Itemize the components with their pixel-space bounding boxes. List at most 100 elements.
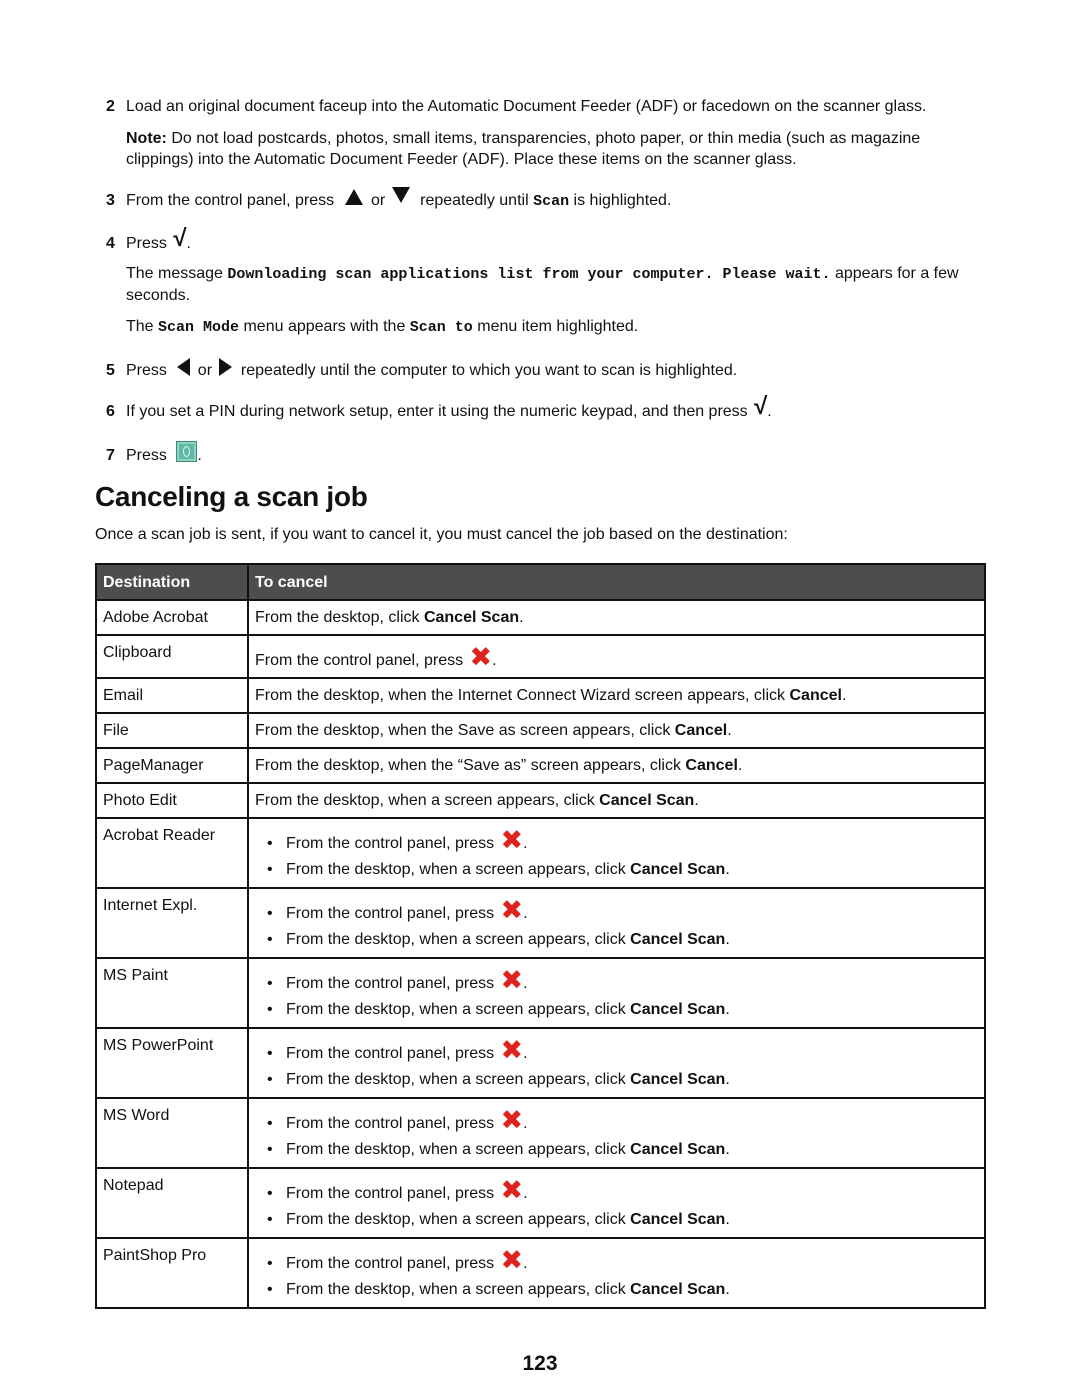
action-text: . <box>725 931 730 948</box>
list-item: From the control panel, press ✖. <box>255 826 978 857</box>
section-title: Canceling a scan job <box>95 481 368 512</box>
step-number: 6 <box>106 403 115 420</box>
manual-page: 2 Load an original document faceup into t… <box>0 0 1080 1397</box>
destination-cell: PageManager <box>95 747 249 784</box>
action-cell: From the control panel, press ✖. From the… <box>247 1097 986 1169</box>
action-cell: From the control panel, press ✖. <box>247 634 986 679</box>
start-button-icon <box>176 441 198 462</box>
header-destination: Destination <box>95 563 249 601</box>
step-2: 2 Load an original document faceup into t… <box>106 97 926 117</box>
action-bold: Cancel <box>674 722 728 739</box>
destination-cell: Clipboard <box>95 634 249 679</box>
left-arrow-icon <box>177 358 191 376</box>
action-bold: Cancel Scan <box>630 1001 726 1018</box>
action-text: From the desktop, when a screen appears,… <box>286 1281 631 1298</box>
action-cell: From the control panel, press ✖.From the… <box>247 887 986 959</box>
step-text: Load an original document faceup into th… <box>126 98 927 115</box>
action-cell: From the desktop, click Cancel Scan. <box>247 599 986 636</box>
action-cell: From the control panel, press ✖. From the… <box>247 1027 986 1099</box>
destination-cell: Photo Edit <box>95 782 249 819</box>
list-item: From the desktop, when a screen appears,… <box>255 857 978 883</box>
cancel-x-icon: ✖ <box>500 1245 524 1276</box>
step-number: 2 <box>106 98 115 115</box>
download-message-paragraph: The message Downloading scan application… <box>126 264 988 306</box>
destination-cell: Notepad <box>95 1167 249 1239</box>
step-text: Press <box>126 362 172 379</box>
paragraph-text: menu appears with the <box>239 318 410 335</box>
step-5: 5 Press or repeatedly until the computer … <box>106 357 737 381</box>
action-cell: From the control panel, press ✖.From the… <box>247 957 986 1029</box>
action-text: . <box>725 1001 730 1018</box>
cancel-x-icon: ✖ <box>500 1035 524 1066</box>
step-text: repeatedly until the computer to which y… <box>236 362 738 379</box>
action-list: From the control panel, press ✖.From the… <box>255 896 978 953</box>
destination-cell: PaintShop Pro <box>95 1237 249 1309</box>
action-text: From the desktop, click <box>255 609 424 626</box>
action-bold: Cancel Scan <box>599 792 695 809</box>
list-item: From the control panel, press ✖. <box>255 966 978 997</box>
step-text: or <box>366 192 390 209</box>
action-text: From the desktop, when the Save as scree… <box>255 722 675 739</box>
list-item: From the desktop, when a screen appears,… <box>255 1067 978 1093</box>
action-text: From the desktop, when a screen appears,… <box>286 931 631 948</box>
checkmark-icon: √ <box>173 225 187 252</box>
action-bold: Cancel Scan <box>630 1141 726 1158</box>
destination-cell: Acrobat Reader <box>95 817 249 889</box>
action-cell: From the desktop, when the “Save as” scr… <box>247 747 986 784</box>
action-text: . <box>492 652 497 669</box>
step-text: . <box>186 235 191 252</box>
step-6: 6 If you set a PIN during network setup, … <box>106 393 772 422</box>
action-text: From the control panel, press <box>286 1185 499 1202</box>
action-text: . <box>725 861 730 878</box>
destination-cell: File <box>95 712 249 749</box>
action-bold: Cancel Scan <box>630 1071 726 1088</box>
list-item: From the desktop, when a screen appears,… <box>255 1277 978 1303</box>
action-text: From the desktop, when a screen appears,… <box>286 861 631 878</box>
action-list: From the control panel, press ✖. From the… <box>255 826 978 883</box>
destination-cell: MS Word <box>95 1097 249 1169</box>
destination-cell: MS Paint <box>95 957 249 1029</box>
action-text: . <box>694 792 699 809</box>
action-text: . <box>523 1045 528 1062</box>
action-text: From the desktop, when the Internet Conn… <box>255 687 790 704</box>
note-label: Note: <box>126 130 167 147</box>
action-text: . <box>523 975 528 992</box>
action-cell: From the desktop, when the Internet Conn… <box>247 677 986 714</box>
code-text: Downloading scan applications list from … <box>227 266 831 283</box>
action-text: . <box>523 905 528 922</box>
list-item: From the desktop, when a screen appears,… <box>255 927 978 953</box>
list-item: From the control panel, press ✖. <box>255 1176 978 1207</box>
header-to-cancel: To cancel <box>247 563 986 601</box>
action-list: From the control panel, press ✖. From the… <box>255 1036 978 1093</box>
action-text: From the desktop, when a screen appears,… <box>286 1141 631 1158</box>
cancel-x-icon: ✖ <box>500 965 524 996</box>
list-item: From the control panel, press ✖. <box>255 1106 978 1137</box>
list-item: From the desktop, when a screen appears,… <box>255 1207 978 1233</box>
action-text: . <box>523 1255 528 1272</box>
step-4: 4 Press √. <box>106 225 191 254</box>
action-text: From the control panel, press <box>286 975 499 992</box>
destination-cell: MS PowerPoint <box>95 1027 249 1099</box>
table-row: Acrobat ReaderFrom the control panel, pr… <box>95 817 986 889</box>
action-text: From the desktop, when the “Save as” scr… <box>255 757 686 774</box>
table-row: PageManager From the desktop, when the “… <box>95 747 986 784</box>
action-text: . <box>523 1115 528 1132</box>
step-text: or <box>193 362 217 379</box>
checkmark-icon: √ <box>754 393 768 420</box>
table-row: File From the desktop, when the Save as … <box>95 712 986 749</box>
action-text: From the control panel, press <box>286 1045 499 1062</box>
action-bold: Cancel Scan <box>630 1211 726 1228</box>
cancel-x-icon: ✖ <box>500 895 524 926</box>
note-text: Do not load postcards, photos, small ite… <box>126 130 921 168</box>
step-7: 7 Press . <box>106 439 202 466</box>
table-row: MS PowerPointFrom the control panel, pre… <box>95 1027 986 1099</box>
action-bold: Cancel Scan <box>630 931 726 948</box>
step-number: 7 <box>106 447 115 464</box>
table-header-row: Destination To cancel <box>95 563 986 601</box>
step-text: From the control panel, press <box>126 192 339 209</box>
step-text: . <box>767 403 772 420</box>
action-list: From the control panel, press ✖.From the… <box>255 1176 978 1233</box>
step-text: Press <box>126 447 172 464</box>
cancel-x-icon: ✖ <box>500 825 524 856</box>
destination-cell: Email <box>95 677 249 714</box>
